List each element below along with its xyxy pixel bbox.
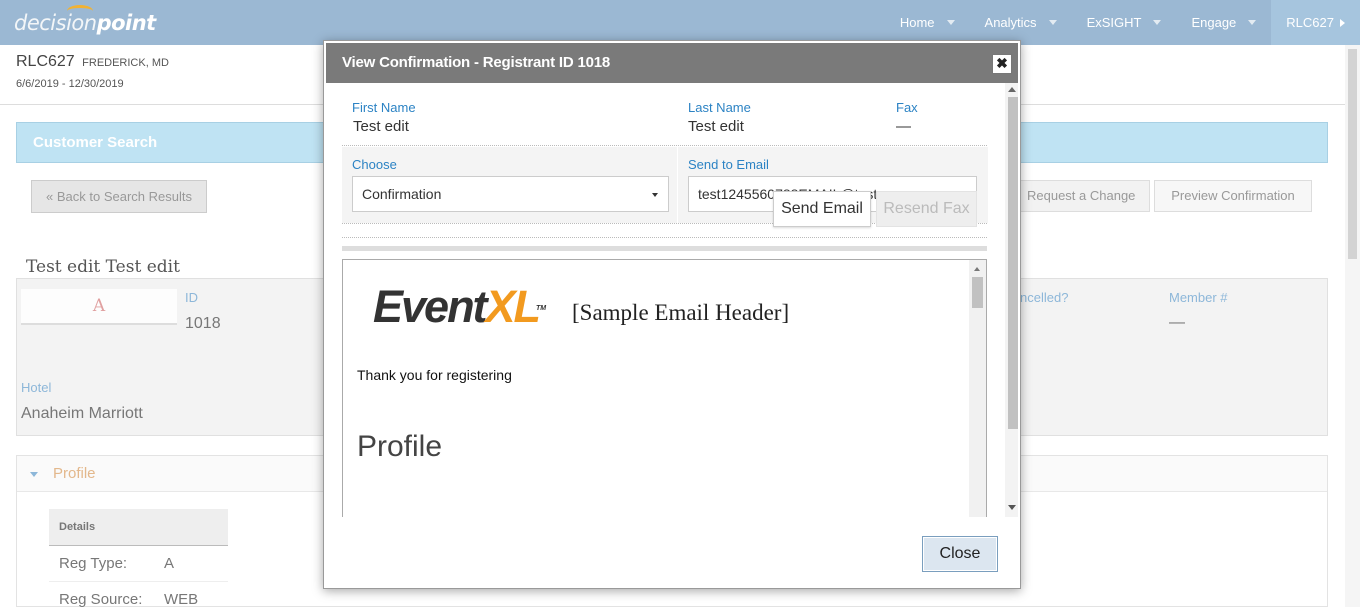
member-number-value: — [1169,314,1185,331]
nav-analytics[interactable]: Analytics [970,0,1072,45]
nav-exsight-label: ExSIGHT [1086,15,1142,30]
registrant-name: Test edit Test edit [26,257,180,277]
send-email-button[interactable]: Send Email [773,191,871,227]
cancelled-label: ncelled? [1020,290,1069,305]
send-to-email-label: Send to Email [688,157,769,172]
event-dates: 6/6/2019 - 12/30/2019 [16,78,124,90]
email-preview-frame: EventXL TM [Sample Email Header] Thank y… [342,259,987,517]
nav-event-rlc627[interactable]: RLC627 [1271,0,1360,45]
dropdown-arrow-icon [652,193,658,197]
email-preview-scrollbar-thumb[interactable] [972,277,983,308]
event-header: RLC627 FREDERICK, MD [16,53,169,71]
hotel-value: Anaheim Marriott [21,405,143,422]
logo-text-point: point [96,11,157,35]
modal-title: View Confirmation - Registrant ID 1018 [342,54,611,71]
close-icon[interactable]: ✖ [992,54,1012,74]
reg-type-value: A [164,555,175,572]
fax-value: — [896,118,911,135]
email-profile-heading: Profile [357,430,443,463]
trademark-mark: TM [535,305,547,312]
nav-analytics-label: Analytics [984,15,1037,30]
modal-title-bar: View Confirmation - Registrant ID 1018 ✖ [326,43,1018,83]
nav-home-label: Home [899,15,935,30]
back-to-search-results-button[interactable]: « Back to Search Results [31,180,207,213]
first-name-value: Test edit [353,118,409,135]
main-nav: Home Analytics ExSIGHT Engage RLC627 [885,0,1360,45]
event-code: RLC627 [16,53,75,70]
logo-event-text: Event [373,281,488,332]
modal-scrollbar[interactable] [1005,83,1018,517]
scroll-down-icon[interactable] [1008,505,1016,510]
sample-email-header: [Sample Email Header] [572,300,790,325]
preview-confirmation-button[interactable]: Preview Confirmation [1154,180,1312,212]
choose-cell: Choose Confirmation [342,147,677,223]
reg-source-value: WEB [164,591,199,607]
page-scrollbar-thumb[interactable] [1348,49,1357,259]
top-navbar: decisionpoint Home Analytics ExSIGHT Eng… [0,0,1360,45]
divider [342,246,987,251]
chevron-down-icon [946,20,955,25]
logo-arc-icon [67,5,93,17]
profile-panel-title: Profile [53,465,96,482]
page-scrollbar[interactable] [1345,45,1360,607]
scroll-up-icon[interactable] [974,267,980,271]
reg-type-key: Reg Type: [59,555,128,572]
fax-label: Fax [896,100,918,115]
hotel-label: Hotel [21,380,52,395]
member-number-label: Member # [1169,290,1228,305]
chevron-right-icon [1340,18,1345,27]
details-table: Details Reg Type: A Reg Source: WEB [49,509,228,607]
modal-body: First Name Test edit Last Name Test edit… [326,83,1018,517]
resend-fax-button[interactable]: Resend Fax [876,191,977,227]
close-button[interactable]: Close [922,536,998,572]
nav-exsight[interactable]: ExSIGHT [1072,0,1177,45]
choose-label: Choose [352,157,397,172]
id-value: 1018 [185,315,221,332]
last-name-label: Last Name [688,100,751,115]
divider [342,237,987,238]
chevron-down-icon [30,472,38,477]
scroll-up-icon[interactable] [1008,87,1016,92]
divider [342,145,987,146]
nav-home[interactable]: Home [885,0,970,45]
reg-source-key: Reg Source: [59,591,143,607]
modal-scrollbar-thumb[interactable] [1008,97,1018,429]
last-name-value: Test edit [688,118,744,135]
email-preview-scrollbar[interactable] [969,260,986,517]
table-row: Reg Source: WEB [49,582,228,607]
confirmation-type-select[interactable]: Confirmation [352,176,669,212]
logo-xl-text: XL [485,281,541,332]
event-city: FREDERICK, MD [82,57,169,69]
request-change-button[interactable]: Request a Change [1008,180,1150,212]
thanks-text: Thank you for registering [357,367,512,383]
confirmation-type-selected: Confirmation [362,186,442,202]
decisionpoint-logo[interactable]: decisionpoint [14,5,157,35]
eventxl-logo: EventXL TM [373,281,546,332]
nav-engage-label: Engage [1191,15,1237,30]
nav-engage[interactable]: Engage [1176,0,1271,45]
avatar: A [21,289,177,325]
table-row: Reg Type: A [49,546,228,582]
chevron-down-icon [1248,20,1257,25]
view-confirmation-modal: View Confirmation - Registrant ID 1018 ✖… [323,40,1021,589]
nav-event-label: RLC627 [1286,15,1334,30]
details-table-header: Details [49,509,228,546]
chevron-down-icon [1048,20,1057,25]
id-label: ID [185,290,198,305]
chevron-down-icon [1153,20,1162,25]
first-name-label: First Name [352,100,416,115]
customer-search-title: Customer Search [33,134,158,151]
